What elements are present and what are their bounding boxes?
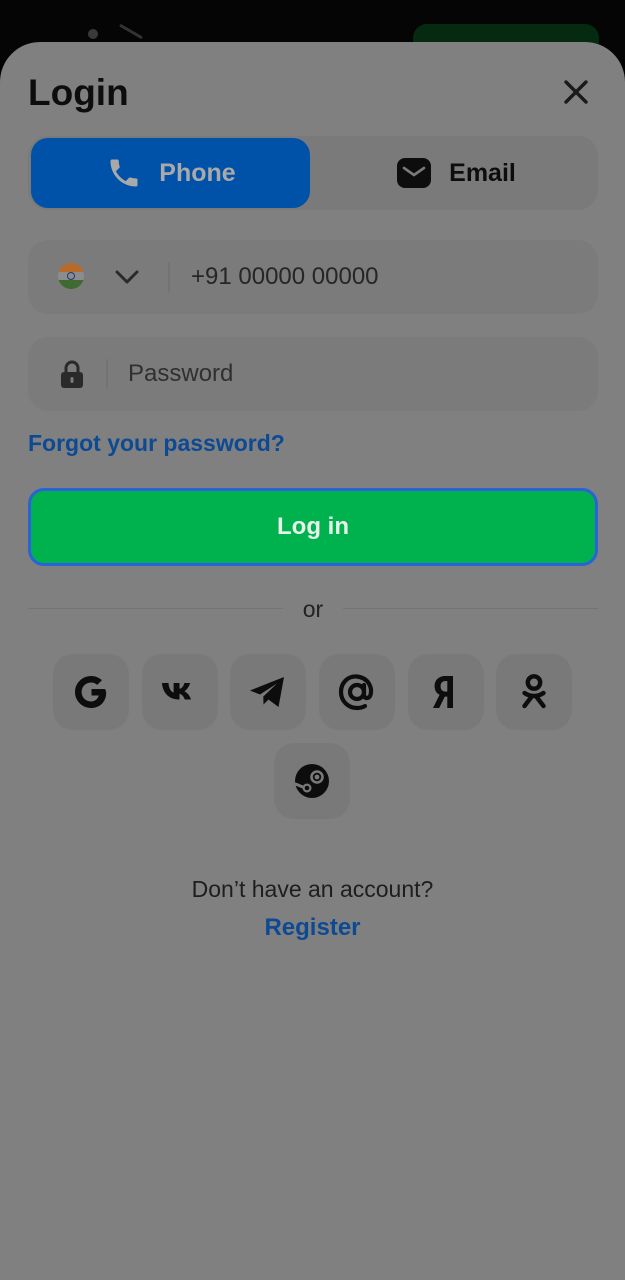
envelope-icon bbox=[395, 154, 433, 192]
yandex-icon bbox=[433, 676, 453, 708]
vk-icon bbox=[162, 683, 191, 700]
login-sheet: Login Phone Email +91 00000 00000 Forgot… bbox=[0, 42, 625, 1280]
close-button[interactable] bbox=[556, 72, 596, 112]
no-account-text: Don’t have an account? bbox=[191, 876, 434, 902]
india-flag-icon[interactable] bbox=[58, 263, 84, 289]
google-login-button[interactable] bbox=[53, 654, 129, 730]
telegram-login-button[interactable] bbox=[230, 654, 306, 730]
steam-icon bbox=[294, 764, 329, 798]
tab-phone-label: Phone bbox=[159, 158, 236, 187]
field-divider bbox=[106, 359, 108, 389]
odnoklassniki-icon bbox=[522, 674, 546, 709]
tab-email[interactable]: Email bbox=[316, 138, 595, 208]
forgot-password-link[interactable]: Forgot your password? bbox=[28, 430, 285, 457]
phone-field bbox=[28, 240, 598, 314]
login-method-tabs: Phone Email bbox=[28, 136, 598, 210]
password-field bbox=[28, 337, 598, 411]
google-icon bbox=[75, 676, 107, 708]
yandex-login-button[interactable] bbox=[408, 654, 484, 730]
mail-ru-login-button[interactable] bbox=[319, 654, 395, 730]
phone-input[interactable] bbox=[191, 240, 581, 314]
lock-icon bbox=[61, 360, 83, 388]
or-label: or bbox=[302, 596, 324, 622]
phone-icon bbox=[105, 154, 143, 192]
odnoklassniki-login-button[interactable] bbox=[496, 654, 572, 730]
field-divider bbox=[168, 262, 170, 292]
steam-login-button[interactable] bbox=[274, 743, 350, 819]
tab-email-label: Email bbox=[449, 158, 516, 187]
register-link[interactable]: Register bbox=[0, 914, 625, 942]
mail-ru-icon bbox=[338, 674, 374, 711]
page-title: Login bbox=[28, 72, 129, 113]
close-icon bbox=[564, 80, 588, 104]
vk-login-button[interactable] bbox=[142, 654, 218, 730]
or-separator: or bbox=[28, 594, 598, 624]
tab-phone[interactable]: Phone bbox=[31, 138, 310, 208]
camera-dot bbox=[88, 29, 98, 39]
login-button[interactable]: Log in bbox=[28, 488, 598, 566]
chevron-down-icon[interactable] bbox=[112, 262, 142, 292]
status-glyph bbox=[118, 23, 144, 40]
password-input[interactable] bbox=[128, 337, 578, 411]
telegram-icon bbox=[250, 677, 284, 707]
